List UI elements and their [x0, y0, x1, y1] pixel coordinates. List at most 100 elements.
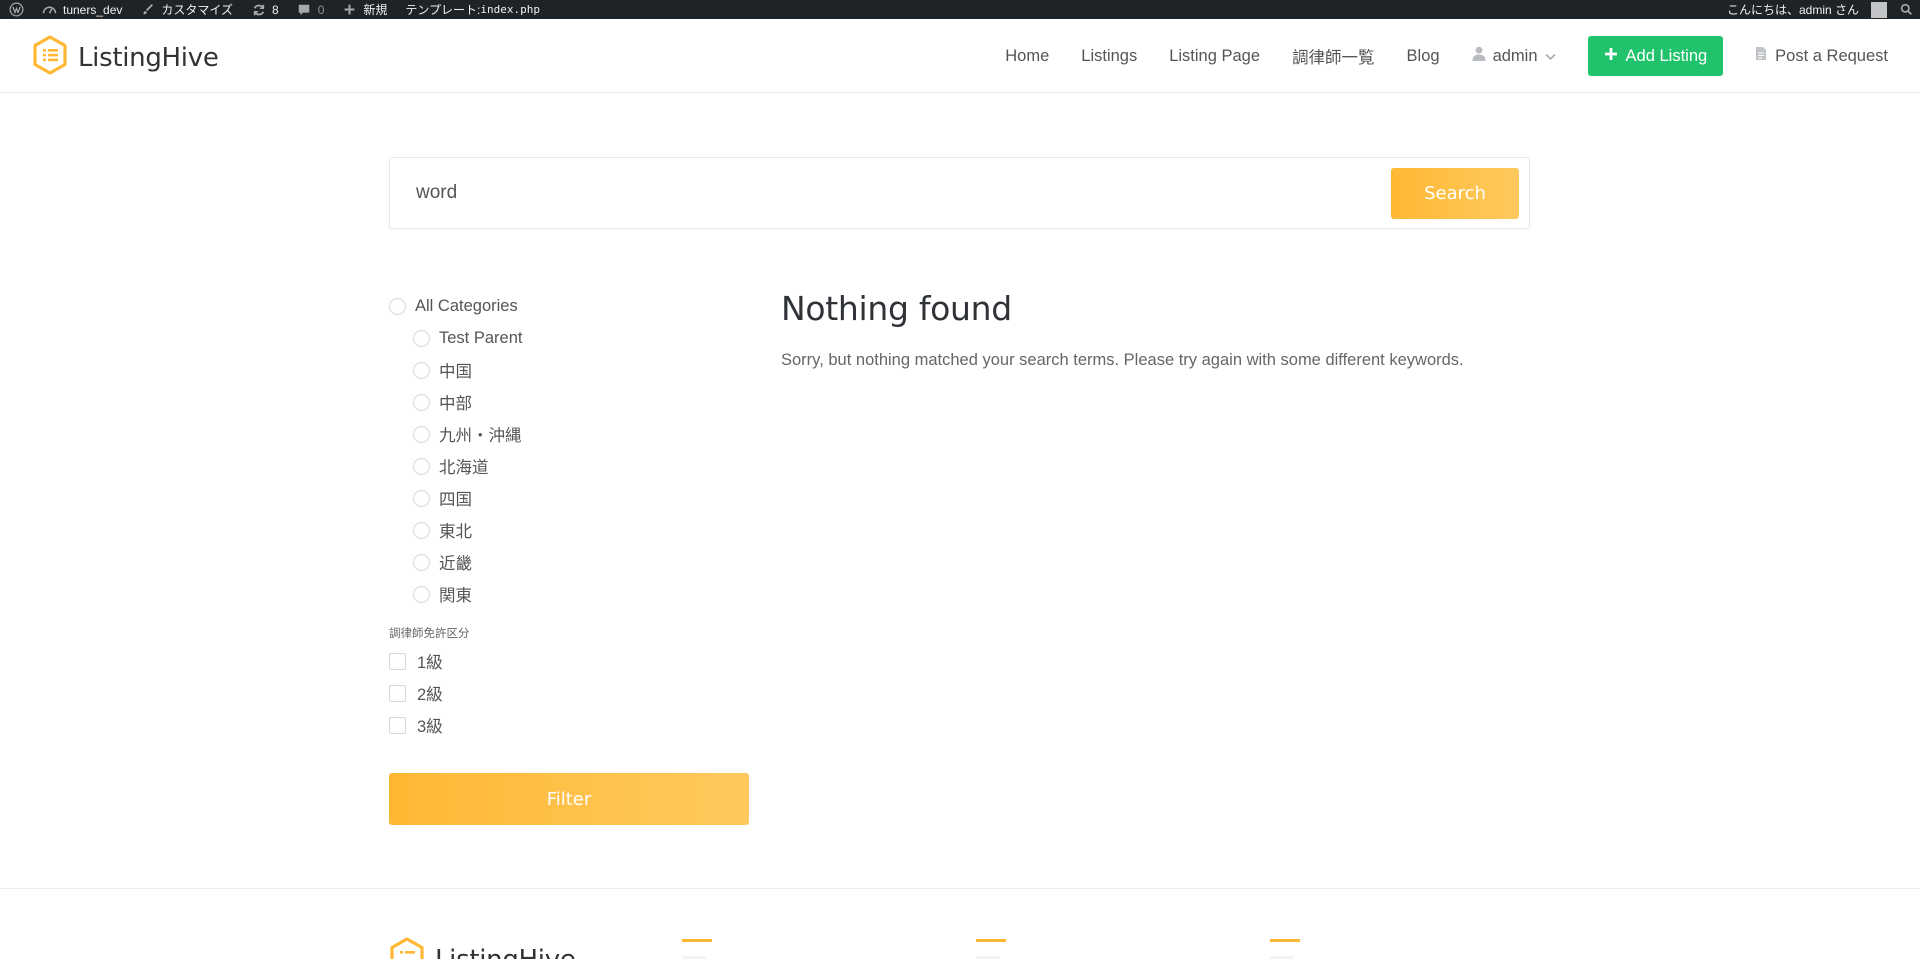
comment-icon [297, 2, 312, 17]
category-label: Test Parent [439, 328, 523, 347]
site-name: tuners_dev [63, 2, 123, 17]
footer-accent-bar [1270, 939, 1300, 942]
category-option[interactable]: 近畿 [389, 546, 749, 578]
checkbox[interactable] [389, 684, 406, 702]
checkbox[interactable] [389, 652, 406, 670]
wordpress-menu[interactable] [0, 0, 33, 19]
document-icon [1755, 46, 1767, 66]
category-option[interactable]: 九州・沖縄 [389, 418, 749, 450]
footer-logo-text: ListingHive [435, 945, 576, 959]
radio-button[interactable] [413, 361, 430, 379]
nav-listing-page[interactable]: Listing Page [1169, 47, 1260, 66]
category-label: All Categories [415, 296, 518, 315]
greeting: こんにちは、admin さん [1726, 3, 1859, 17]
add-listing-button[interactable]: Add Listing [1587, 36, 1724, 76]
my-account-menu[interactable]: こんにちは、admin さん [1718, 0, 1893, 19]
license-label: 3級 [417, 718, 443, 736]
footer-column [1270, 939, 1300, 959]
user-icon [1472, 46, 1486, 66]
site-header: ListingHive Home Listings Listing Page 調… [0, 19, 1920, 93]
category-option[interactable]: 東北 [389, 514, 749, 546]
license-label: 1級 [417, 654, 443, 672]
page-title: Nothing found [781, 289, 1012, 328]
category-option[interactable]: 関東 [389, 578, 749, 610]
new-label: 新規 [363, 3, 388, 17]
license-group-label: 調律師免許区分 [389, 628, 470, 640]
nav-listings[interactable]: Listings [1081, 47, 1137, 66]
radio-button[interactable] [413, 425, 430, 443]
category-option[interactable]: 中部 [389, 386, 749, 418]
site-logo[interactable]: ListingHive [32, 35, 219, 80]
user-menu[interactable]: admin [1472, 46, 1556, 66]
category-label: 中部 [439, 395, 472, 413]
chevron-down-icon [1544, 47, 1556, 66]
category-label: 四国 [439, 491, 472, 509]
customize-label: カスタマイズ [161, 3, 234, 17]
category-option[interactable]: All Categories [389, 290, 749, 322]
updates-icon [251, 2, 266, 17]
category-label: 東北 [439, 523, 472, 541]
radio-button[interactable] [413, 329, 430, 347]
updates-link[interactable]: 8 [242, 0, 288, 19]
footer-accent-bar [682, 939, 712, 942]
template-info[interactable]: テンプレート: index.php [396, 0, 549, 19]
radio-button[interactable] [413, 553, 430, 571]
filter-button[interactable]: Filter [389, 773, 749, 825]
logo-hexagon-icon [32, 35, 68, 80]
customize-link[interactable]: カスタマイズ [131, 0, 242, 19]
brush-icon [140, 2, 155, 17]
logo-hexagon-icon [389, 937, 425, 959]
search-icon [1899, 2, 1914, 17]
plus-icon [342, 2, 357, 17]
comments-link[interactable]: 0 [288, 0, 334, 19]
comments-count: 0 [317, 2, 325, 17]
footer-logo[interactable]: ListingHive [389, 937, 576, 959]
checkbox[interactable] [389, 716, 406, 734]
post-request-label: Post a Request [1775, 46, 1888, 65]
main-nav: Home Listings Listing Page 調律師一覧 Blog ad… [973, 36, 1888, 76]
footer-column [682, 939, 712, 959]
category-option[interactable]: 四国 [389, 482, 749, 514]
radio-button[interactable] [413, 489, 430, 507]
category-label: 中国 [439, 363, 472, 381]
search-button[interactable]: Search [1391, 168, 1519, 219]
license-label: 2級 [417, 686, 443, 704]
nav-home[interactable]: Home [1005, 47, 1049, 66]
new-content-menu[interactable]: 新規 [333, 0, 396, 19]
filter-sidebar: All Categories Test Parent 中国 中部 九州・沖縄 北… [389, 290, 749, 741]
radio-button[interactable] [413, 585, 430, 603]
category-option[interactable]: 中国 [389, 354, 749, 386]
category-label: 近畿 [439, 555, 472, 573]
wordpress-icon [9, 2, 24, 17]
radio-button[interactable] [413, 393, 430, 411]
radio-button[interactable] [413, 457, 430, 475]
category-label: 関東 [439, 587, 472, 605]
template-file: index.php [480, 3, 540, 16]
category-label: 九州・沖縄 [439, 427, 522, 445]
nav-blog[interactable]: Blog [1407, 47, 1440, 66]
dashboard-icon [42, 2, 57, 17]
footer-column [976, 939, 1006, 959]
license-option[interactable]: 3級 [389, 709, 749, 741]
radio-button[interactable] [413, 521, 430, 539]
category-option[interactable]: 北海道 [389, 450, 749, 482]
avatar [1871, 1, 1887, 18]
adminbar-search[interactable] [1893, 0, 1920, 19]
search-form: Search [389, 157, 1530, 229]
site-name-menu[interactable]: tuners_dev [33, 0, 131, 19]
add-listing-label: Add Listing [1625, 46, 1708, 65]
site-footer: ListingHive [0, 888, 1920, 959]
radio-button[interactable] [389, 297, 406, 315]
search-input[interactable] [416, 172, 1416, 214]
category-option[interactable]: Test Parent [389, 322, 749, 354]
template-label: テンプレート: [405, 3, 481, 17]
plus-icon [1604, 47, 1618, 66]
user-name: admin [1492, 46, 1538, 65]
post-request-link[interactable]: Post a Request [1755, 46, 1888, 66]
license-option[interactable]: 2級 [389, 677, 749, 709]
license-option[interactable]: 1級 [389, 645, 749, 677]
updates-count: 8 [272, 2, 279, 17]
footer-accent-bar [976, 939, 1006, 942]
nav-tuners-list[interactable]: 調律師一覧 [1292, 44, 1375, 68]
category-label: 北海道 [439, 459, 489, 477]
